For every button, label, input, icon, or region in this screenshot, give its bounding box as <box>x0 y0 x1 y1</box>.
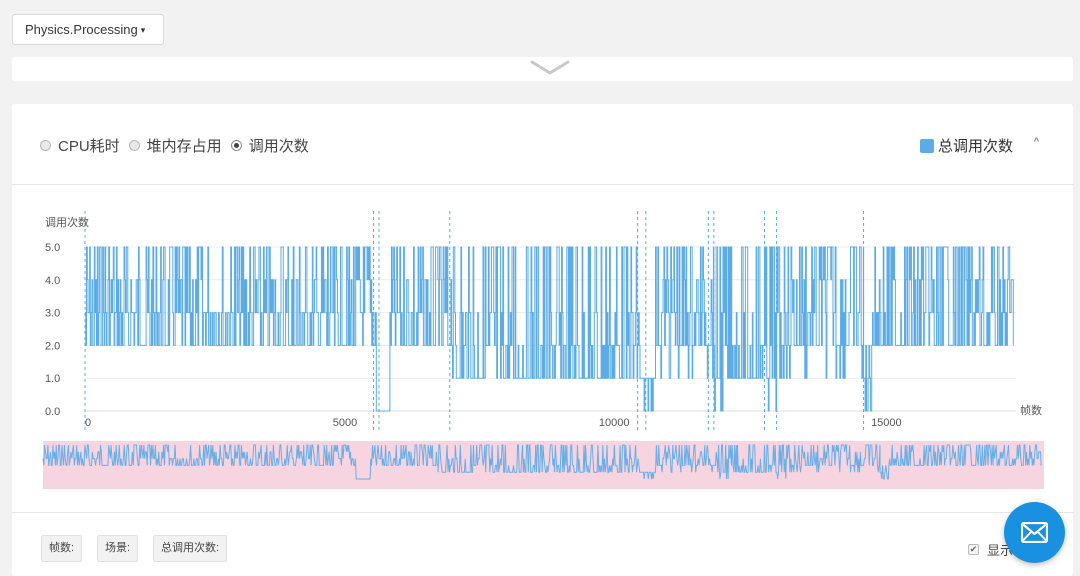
y-tick-label: 0.0 <box>45 406 60 418</box>
y-axis-title: 调用次数 <box>45 215 89 229</box>
x-tick-label: 10000 <box>599 417 630 429</box>
function-selector-dropdown[interactable]: Physics.Processing ▾ <box>12 14 164 45</box>
chart-panel-header: CPU耗时 堆内存占用 调用次数 总调用次数 ^ <box>12 104 1073 185</box>
radio-label: 调用次数 <box>248 138 309 155</box>
radio-cpu-time[interactable]: CPU耗时 <box>40 135 120 156</box>
radio-dot-selected[interactable] <box>230 140 242 151</box>
legend-label: 总调用次数 <box>937 138 1013 155</box>
radio-heap-memory[interactable]: 堆内存占用 <box>128 135 222 156</box>
mode-radio-group: CPU耗时 堆内存占用 调用次数 <box>40 135 318 156</box>
y-tick-label: 2.0 <box>45 340 60 352</box>
frame-stat: 帧数: <box>41 535 83 562</box>
x-tick-label: 5000 <box>333 417 357 429</box>
chart-panel: CPU耗时 堆内存占用 调用次数 总调用次数 ^ 调用次数 0.0 1.0 2.0 3.… <box>12 104 1073 576</box>
chevron-down-icon[interactable] <box>530 58 570 76</box>
chevron-down-icon: ▾ <box>140 25 146 35</box>
chart-footer: 帧数: 场景: 总调用次数: ✔ 显示 <box>12 512 1073 576</box>
x-tick-label: 15000 <box>871 417 902 429</box>
call-count-chart: 调用次数 0.0 1.0 2.0 3.0 4.0 5.0 0 5000 10000 15000 帧数 <box>42 211 1044 489</box>
chart-area: 调用次数 0.0 1.0 2.0 3.0 4.0 5.0 0 5000 10000 15000 帧数 <box>12 185 1073 512</box>
collapse-bar[interactable] <box>12 57 1073 81</box>
radio-label: CPU耗时 <box>58 138 120 155</box>
chevron-up-icon[interactable]: ^ <box>1034 136 1039 148</box>
radio-call-count[interactable]: 调用次数 <box>230 135 309 156</box>
show-checkbox[interactable]: ✔ <box>968 544 979 555</box>
total-calls-stat: 总调用次数: <box>153 535 228 562</box>
mail-icon <box>1021 522 1048 543</box>
radio-label: 堆内存占用 <box>146 138 222 155</box>
y-tick-label: 4.0 <box>45 275 60 287</box>
contact-button[interactable] <box>1004 502 1065 563</box>
radio-dot[interactable] <box>128 140 140 151</box>
x-axis-title: 帧数 <box>1020 403 1042 417</box>
y-tick-label: 3.0 <box>45 308 60 320</box>
chart-legend[interactable]: 总调用次数 <box>919 135 1013 156</box>
y-tick-label: 5.0 <box>45 242 60 254</box>
legend-swatch <box>919 138 934 153</box>
selector-label: Physics.Processing <box>25 22 138 37</box>
y-tick-label: 1.0 <box>45 373 60 385</box>
scene-stat: 场景: <box>97 535 139 562</box>
series-line-total-calls <box>85 246 1014 412</box>
radio-dot[interactable] <box>40 140 51 151</box>
x-tick-label: 0 <box>85 417 91 429</box>
